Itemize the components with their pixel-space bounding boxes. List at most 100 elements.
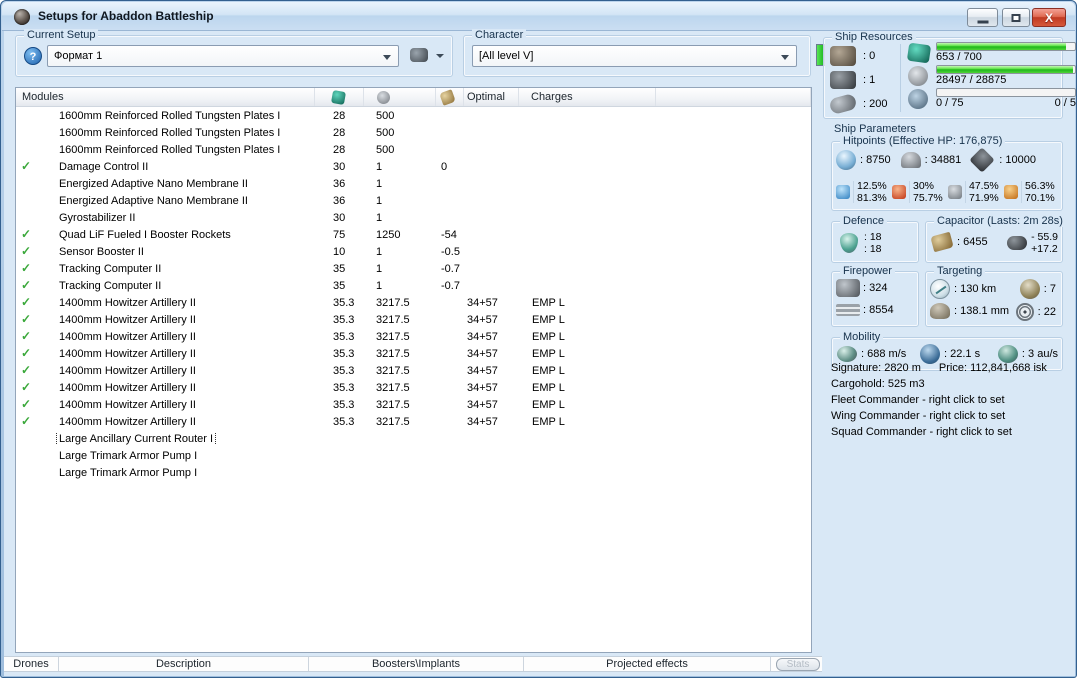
- table-row[interactable]: ✓ 1600mm Reinforced Rolled Tungsten Plat…: [16, 141, 811, 158]
- modules-table-header[interactable]: Modules Optimal Charges: [16, 88, 811, 107]
- launcher-slots-value: : 1: [863, 74, 876, 86]
- launcher-slots: : 1: [830, 68, 887, 92]
- targeting-range-value: : 130 km: [954, 283, 997, 295]
- module-cpu-value: 35.3: [333, 313, 355, 326]
- dps-value: : 324: [863, 282, 888, 294]
- capacitor-drain-value: - 55.9: [1031, 231, 1058, 243]
- table-row[interactable]: ✓ Gyrostabilizer II 30 1: [16, 209, 811, 226]
- cpu-icon: [330, 89, 347, 105]
- module-capacitor-value: -0.7: [441, 262, 460, 275]
- table-row[interactable]: ✓ Large Trimark Armor Pump I: [16, 447, 811, 464]
- table-row[interactable]: ✓ 1400mm Howitzer Artillery II 35.3 3217…: [16, 345, 811, 362]
- wing-commander-text[interactable]: Wing Commander - right click to set: [831, 410, 1067, 422]
- dronebay-bar: [936, 88, 1076, 97]
- module-cpu-value: 30: [333, 160, 346, 173]
- character-select[interactable]: [All level V]: [472, 45, 797, 67]
- cpu-column-header[interactable]: [315, 88, 364, 106]
- module-name: Energized Adaptive Nano Membrane II: [59, 177, 248, 190]
- fleet-commander-text[interactable]: Fleet Commander - right click to set: [831, 394, 1067, 406]
- module-name: 1400mm Howitzer Artillery II: [59, 296, 196, 309]
- tab-description[interactable]: Description: [59, 657, 309, 671]
- cpu-usage-value: 653 / 700: [936, 51, 982, 63]
- title-bar[interactable]: Setups for Abaddon Battleship X: [2, 2, 1075, 31]
- character-select-value: [All level V]: [479, 50, 534, 62]
- turret-slots: : 0: [830, 44, 887, 68]
- turret-hardpoint-icon: [830, 46, 856, 66]
- module-optimal-value: 34+57: [467, 330, 498, 343]
- table-row[interactable]: ✓ 1400mm Howitzer Artillery II 35.3 3217…: [16, 294, 811, 311]
- sensor-strength-value: : 7: [1043, 283, 1056, 295]
- table-row[interactable]: ✓ Damage Control II 30 1 0: [16, 158, 811, 175]
- module-cpu-value: 75: [333, 228, 346, 241]
- tab-projected-effects[interactable]: Projected effects: [524, 657, 771, 671]
- module-cpu-value: 35: [333, 262, 346, 275]
- cargohold-text: Cargohold: 525 m3: [831, 378, 925, 390]
- divider: [909, 181, 910, 203]
- table-row[interactable]: ✓ Tracking Computer II 35 1 -0.7: [16, 277, 811, 294]
- help-icon[interactable]: ?: [24, 47, 42, 65]
- module-powergrid-value: 1250: [376, 228, 401, 241]
- module-name: 1400mm Howitzer Artillery II: [59, 381, 196, 394]
- close-button[interactable]: X: [1032, 8, 1066, 27]
- character-group: Character [All level V]: [463, 29, 811, 77]
- current-setup-label: Current Setup: [24, 29, 99, 41]
- module-powergrid-value: 3217.5: [376, 415, 410, 428]
- module-charges-value: EMP L: [532, 398, 565, 411]
- warp-speed-icon: [997, 345, 1018, 363]
- module-powergrid-value: 1: [376, 160, 383, 173]
- bottom-tabs: Drones Description Boosters\Implants Projec…: [4, 656, 822, 672]
- table-row[interactable]: ✓ Energized Adaptive Nano Membrane II 36…: [16, 192, 811, 209]
- current-setup-group: Current Setup ? Формат 1: [15, 29, 453, 77]
- modules-column-header[interactable]: Modules: [16, 88, 315, 106]
- table-row[interactable]: ✓ 1400mm Howitzer Artillery II 35.3 3217…: [16, 328, 811, 345]
- module-charges-value: EMP L: [532, 313, 565, 326]
- cpu-icon: [906, 42, 932, 63]
- hull-hp-value: : 10000: [999, 154, 1036, 166]
- armor-resist-value: 70.1%: [1025, 192, 1055, 204]
- powergrid-column-header[interactable]: [364, 88, 436, 106]
- ship-info-block: Signature: 2820 m Price: 112,841,668 isk…: [831, 362, 1067, 442]
- table-row[interactable]: ✓ 1600mm Reinforced Rolled Tungsten Plat…: [16, 124, 811, 141]
- table-row[interactable]: ✓ 1400mm Howitzer Artillery II 35.3 3217…: [16, 396, 811, 413]
- table-row[interactable]: ✓ 1400mm Howitzer Artillery II 35.3 3217…: [16, 362, 811, 379]
- client-area: Current Setup ? Формат 1 Character [All …: [4, 29, 1076, 676]
- tab-boosters-implants[interactable]: Boosters\Implants: [309, 657, 524, 671]
- fitted-check-icon: ✓: [20, 227, 32, 241]
- price-text: Price: 112,841,668 isk: [938, 362, 1047, 374]
- table-row[interactable]: ✓ 1400mm Howitzer Artillery II 35.3 3217…: [16, 311, 811, 328]
- module-name: 1400mm Howitzer Artillery II: [59, 330, 196, 343]
- table-row[interactable]: ✓ Quad LiF Fueled I Booster Rockets 75 1…: [16, 226, 811, 243]
- stats-button[interactable]: Stats: [776, 658, 820, 671]
- chevron-down-icon: [436, 54, 444, 58]
- table-row[interactable]: ✓ Energized Adaptive Nano Membrane II 36…: [16, 175, 811, 192]
- app-window: Setups for Abaddon Battleship X Current …: [0, 0, 1077, 678]
- optimal-column-header[interactable]: Optimal: [464, 88, 519, 106]
- minimize-button[interactable]: [967, 8, 998, 27]
- maximize-button[interactable]: [1002, 8, 1030, 27]
- ship-menu-button[interactable]: [408, 46, 450, 66]
- module-capacitor-value: -0.7: [441, 279, 460, 292]
- module-optimal-value: 34+57: [467, 313, 498, 326]
- table-row[interactable]: ✓ 1400mm Howitzer Artillery II 35.3 3217…: [16, 379, 811, 396]
- module-cpu-value: 35: [333, 279, 346, 292]
- table-row[interactable]: ✓ Large Ancillary Current Router I: [16, 430, 811, 447]
- module-name: Sensor Booster II: [59, 245, 144, 258]
- table-row[interactable]: ✓ 1400mm Howitzer Artillery II 35.3 3217…: [16, 413, 811, 430]
- table-row[interactable]: ✓ Sensor Booster II 10 1 -0.5: [16, 243, 811, 260]
- defence-value-2: : 18: [864, 243, 882, 255]
- setup-select[interactable]: Формат 1: [47, 45, 399, 67]
- module-name: Tracking Computer II: [59, 262, 162, 275]
- module-name: Large Ancillary Current Router I: [55, 432, 217, 445]
- ship-resources-title: Ship Resources: [832, 31, 916, 43]
- capacitor-column-header[interactable]: [436, 88, 464, 106]
- table-row[interactable]: ✓ 1600mm Reinforced Rolled Tungsten Plat…: [16, 107, 811, 124]
- table-row[interactable]: ✓ Tracking Computer II 35 1 -0.7: [16, 260, 811, 277]
- cap-recharge-icon: [1007, 236, 1028, 250]
- squad-commander-text[interactable]: Squad Commander - right click to set: [831, 426, 1067, 438]
- tab-drones[interactable]: Drones: [4, 657, 59, 671]
- charges-column-header[interactable]: Charges: [519, 88, 656, 106]
- ship-parameters-title: Ship Parameters: [834, 123, 916, 135]
- module-cpu-value: 30: [333, 211, 346, 224]
- divider: [853, 181, 854, 203]
- table-row[interactable]: ✓ Large Trimark Armor Pump I: [16, 464, 811, 481]
